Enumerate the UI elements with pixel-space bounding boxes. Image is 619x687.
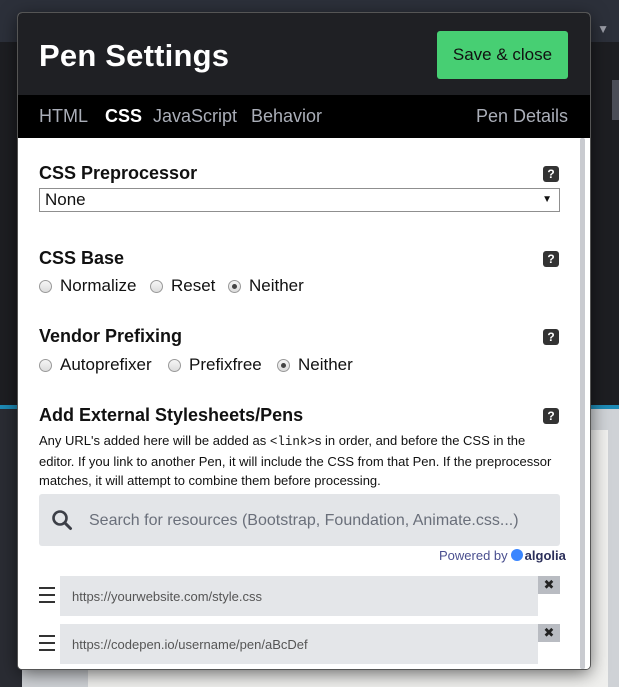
radio-button[interactable] — [168, 359, 181, 372]
vendor-prefixing-title: Vendor Prefixing — [39, 326, 183, 346]
radio-button[interactable] — [39, 359, 52, 372]
drag-handle-icon[interactable] — [39, 587, 55, 605]
help-icon[interactable]: ? — [543, 408, 559, 424]
preprocessor-select[interactable]: None ▼ — [39, 188, 560, 212]
search-input[interactable] — [87, 508, 551, 534]
help-icon[interactable]: ? — [543, 166, 559, 182]
help-icon[interactable]: ? — [543, 329, 559, 345]
radio-label: Autoprefixer — [60, 355, 152, 374]
radio-label: Reset — [171, 276, 216, 295]
algolia-logo: algolia — [524, 548, 566, 563]
preprocessor-selected: None — [45, 190, 86, 209]
tab-pen-details[interactable]: Pen Details — [476, 106, 568, 127]
radio-label: Neither — [249, 276, 304, 295]
modal-header: Pen Settings Save & close — [18, 13, 590, 95]
external-stylesheets-title: Add External Stylesheets/Pens — [39, 405, 304, 425]
radio-label: Normalize — [60, 276, 137, 295]
tab-behavior[interactable]: Behavior — [251, 106, 322, 127]
help-icon[interactable]: ? — [543, 251, 559, 267]
resource-search[interactable] — [39, 494, 560, 546]
editor-scrollbar[interactable] — [612, 80, 619, 120]
resource-row: ✖ — [18, 624, 590, 664]
tab-javascript[interactable]: JavaScript — [153, 106, 237, 127]
external-description: Any URL's added here will be added as <l… — [39, 431, 564, 490]
algolia-icon — [510, 549, 523, 561]
desc-text: Any URL's added here will be added as — [39, 433, 270, 448]
desc-code: <link> — [269, 435, 315, 449]
vendor-prefixing-options: Autoprefixer Prefixfree Neither — [39, 355, 559, 377]
resource-url-input[interactable] — [60, 576, 538, 616]
radio-button-checked[interactable] — [277, 359, 290, 372]
modal-title: Pen Settings — [39, 38, 230, 73]
search-icon — [52, 510, 72, 530]
css-base-options: Normalize Reset Neither — [39, 276, 559, 298]
resource-url-input[interactable] — [60, 624, 538, 664]
remove-icon[interactable]: ✖ — [538, 624, 560, 642]
settings-tabs: HTML CSS JavaScript Behavior Pen Details — [18, 95, 590, 138]
powered-by-text: Powered by — [439, 548, 508, 563]
remove-icon[interactable]: ✖ — [538, 576, 560, 594]
radio-button-checked[interactable] — [228, 280, 241, 293]
pen-settings-modal: Pen Settings Save & close HTML CSS JavaS… — [18, 13, 590, 669]
chevron-down-icon[interactable]: ▼ — [597, 22, 609, 36]
radio-label: Prefixfree — [189, 355, 262, 374]
radio-label: Neither — [298, 355, 353, 374]
radio-button[interactable] — [39, 280, 52, 293]
tab-html[interactable]: HTML — [39, 106, 88, 127]
dropdown-arrow-icon: ▼ — [542, 194, 552, 205]
powered-by-algolia[interactable]: Powered by algolia — [439, 548, 566, 563]
resource-row: ✖ — [18, 576, 590, 616]
drag-handle-icon[interactable] — [39, 635, 55, 653]
save-close-button[interactable]: Save & close — [437, 31, 568, 79]
tab-css[interactable]: CSS — [105, 106, 142, 127]
radio-button[interactable] — [150, 280, 163, 293]
preprocessor-title: CSS Preprocessor — [39, 163, 198, 183]
css-base-title: CSS Base — [39, 248, 125, 268]
